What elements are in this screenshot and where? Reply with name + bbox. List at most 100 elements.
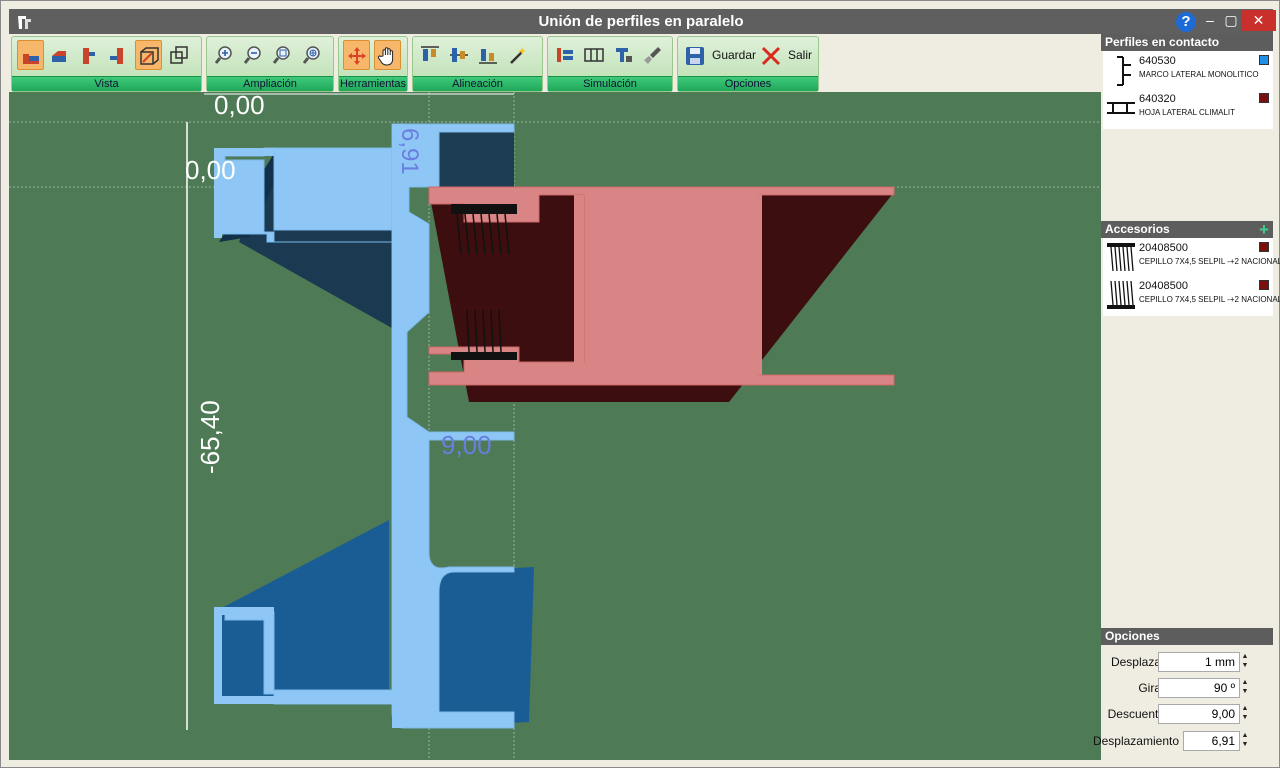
view-right-icon (110, 48, 123, 64)
descuento-input[interactable] (1158, 704, 1240, 724)
save-button[interactable]: Guardar (682, 40, 756, 70)
view-front-icon (23, 54, 39, 64)
accessories-list: 20408500 CEPILLO 7X4,5 SELPIL -+2 NACION… (1103, 238, 1280, 316)
align-middle-icon (450, 48, 468, 62)
move-tool-button[interactable] (343, 40, 370, 70)
profile-desc: MARCO LATERAL MONOLITICO (1139, 70, 1259, 79)
add-accessory-icon[interactable]: + (1257, 221, 1271, 238)
main-window: Unión de perfiles en paralelo ? – ▢ ✕ Vi… (0, 0, 1280, 768)
accessory-desc: CEPILLO 7X4,5 SELPIL -+2 NACIONAL (1139, 257, 1280, 266)
group-caption-vista: Vista (12, 76, 201, 91)
frame-profile-thumb-icon (1117, 56, 1131, 86)
profile-color-swatch (1259, 55, 1269, 65)
right-panel: Perfiles en contacto 640530 MARCO LATERA… (1093, 34, 1280, 760)
profiles-panel-header: Perfiles en contacto (1101, 34, 1273, 51)
zoom-out-button[interactable] (240, 40, 267, 70)
toolbar-group-vista: Vista (11, 36, 202, 92)
toolbar-group-simulacion: Simulación (547, 36, 673, 92)
option-label: Desplazar (1110, 655, 1165, 669)
view-3d-icon (170, 46, 188, 64)
group-caption-opciones: Opciones (678, 76, 818, 91)
zoom-in-icon (214, 46, 232, 64)
toolbar-group-ampliacion: Ampliación (206, 36, 334, 92)
zoom-fit-icon (272, 46, 290, 64)
dimension-vertical-label: -65,40 (195, 400, 225, 474)
clamp-icon (616, 48, 632, 62)
profile-code: 640320 (1139, 93, 1176, 105)
option-label: Descuento (1107, 707, 1165, 721)
toolbar-group-alineacion: Alineación (412, 36, 543, 92)
title-bar: Unión de perfiles en paralelo ? – ▢ ✕ (9, 9, 1276, 34)
desplazar-spinner[interactable]: ▲ ▼ (1241, 652, 1249, 672)
profile-code: 640530 (1139, 55, 1176, 67)
dimension-left-top-label: 0,00 (185, 155, 236, 185)
sash-profile-thumb-icon (1107, 102, 1135, 114)
girar-spinner[interactable]: ▲ ▼ (1241, 678, 1249, 698)
profile-drawing[interactable]: 0,00 0,00 -65,40 6,91 9,00 (9, 92, 1101, 760)
move-arrows-icon (348, 47, 366, 65)
profile-item[interactable]: 640320 HOJA LATERAL CLIMALIT (1103, 89, 1273, 127)
exit-button[interactable]: Salir (758, 40, 812, 70)
assembly-icon (557, 48, 573, 62)
align-top-icon (421, 46, 439, 61)
desplazar-input[interactable] (1158, 652, 1240, 672)
align-bottom-button[interactable] (475, 40, 502, 70)
brush-thumb-icon (1107, 280, 1135, 309)
zoom-fit-button[interactable] (269, 40, 296, 70)
desplazamiento-spinner[interactable]: ▲ ▼ (1241, 731, 1249, 751)
simulate-tool-button[interactable] (610, 40, 637, 70)
zoom-in-button[interactable] (211, 40, 238, 70)
auto-align-button[interactable] (505, 40, 532, 70)
profile-item[interactable]: 640530 MARCO LATERAL MONOLITICO (1103, 51, 1273, 89)
view-front-button[interactable] (17, 40, 44, 70)
hand-icon (377, 47, 394, 66)
toolbar: Vista Ampliación Herramientas Alineación… (9, 34, 1101, 92)
accessory-color-swatch (1259, 242, 1269, 252)
accessory-color-swatch (1259, 280, 1269, 290)
view-perspective-icon (140, 47, 159, 65)
group-caption-alineacion: Alineación (413, 76, 542, 91)
accessory-code: 20408500 (1139, 280, 1188, 292)
zoom-all-icon (302, 46, 320, 64)
desplazamiento-input[interactable] (1183, 731, 1240, 751)
simulate-assembly-button[interactable] (552, 40, 579, 70)
group-caption-simulacion: Simulación (548, 76, 672, 91)
group-caption-herramientas: Herramientas (339, 76, 407, 91)
help-button[interactable]: ? (1176, 12, 1196, 32)
align-middle-button[interactable] (446, 40, 473, 70)
accessories-title: Accesorios (1105, 222, 1170, 236)
brush-icon (644, 47, 661, 64)
view-top-button[interactable] (46, 40, 73, 70)
maximize-button[interactable]: ▢ (1219, 9, 1243, 34)
view-right-button[interactable] (104, 40, 131, 70)
zoom-all-button[interactable] (299, 40, 326, 70)
view-left-button[interactable] (75, 40, 102, 70)
accessory-item[interactable]: 20408500 CEPILLO 7X4,5 SELPIL -+2 NACION… (1103, 238, 1280, 276)
group-caption-ampliacion: Ampliación (207, 76, 333, 91)
align-top-button[interactable] (417, 40, 444, 70)
close-button[interactable]: ✕ (1241, 10, 1276, 31)
exit-x-icon (761, 46, 781, 66)
simulate-profiles-button[interactable] (581, 40, 608, 70)
profile-canvas[interactable]: 0,00 0,00 -65,40 6,91 9,00 (9, 92, 1101, 760)
girar-input[interactable] (1158, 678, 1240, 698)
view-perspective-button[interactable] (135, 40, 162, 70)
pan-tool-button[interactable] (374, 40, 401, 70)
profile-color-swatch (1259, 93, 1269, 103)
option-desplazamiento: Desplazamiento ▲▼ (1093, 730, 1273, 752)
accessory-code: 20408500 (1139, 242, 1188, 254)
view-3d-button[interactable] (166, 40, 193, 70)
magic-wand-icon (510, 47, 526, 64)
profiles-icon (584, 48, 604, 62)
profile-desc: HOJA LATERAL CLIMALIT (1139, 108, 1236, 117)
option-descuento: Descuento ▲▼ (1101, 703, 1273, 725)
accessory-item[interactable]: 20408500 CEPILLO 7X4,5 SELPIL -+2 NACION… (1103, 276, 1280, 314)
toolbar-group-herramientas: Herramientas (338, 36, 408, 92)
option-desplazar: Desplazar ▲▼ (1101, 651, 1273, 673)
save-label: Guardar (712, 48, 757, 62)
clean-button[interactable] (640, 40, 667, 70)
dimension-discount-label: 9,00 (441, 430, 492, 460)
view-left-icon (83, 48, 95, 64)
descuento-spinner[interactable]: ▲ ▼ (1241, 704, 1249, 724)
window-title: Unión de perfiles en paralelo (538, 13, 744, 30)
